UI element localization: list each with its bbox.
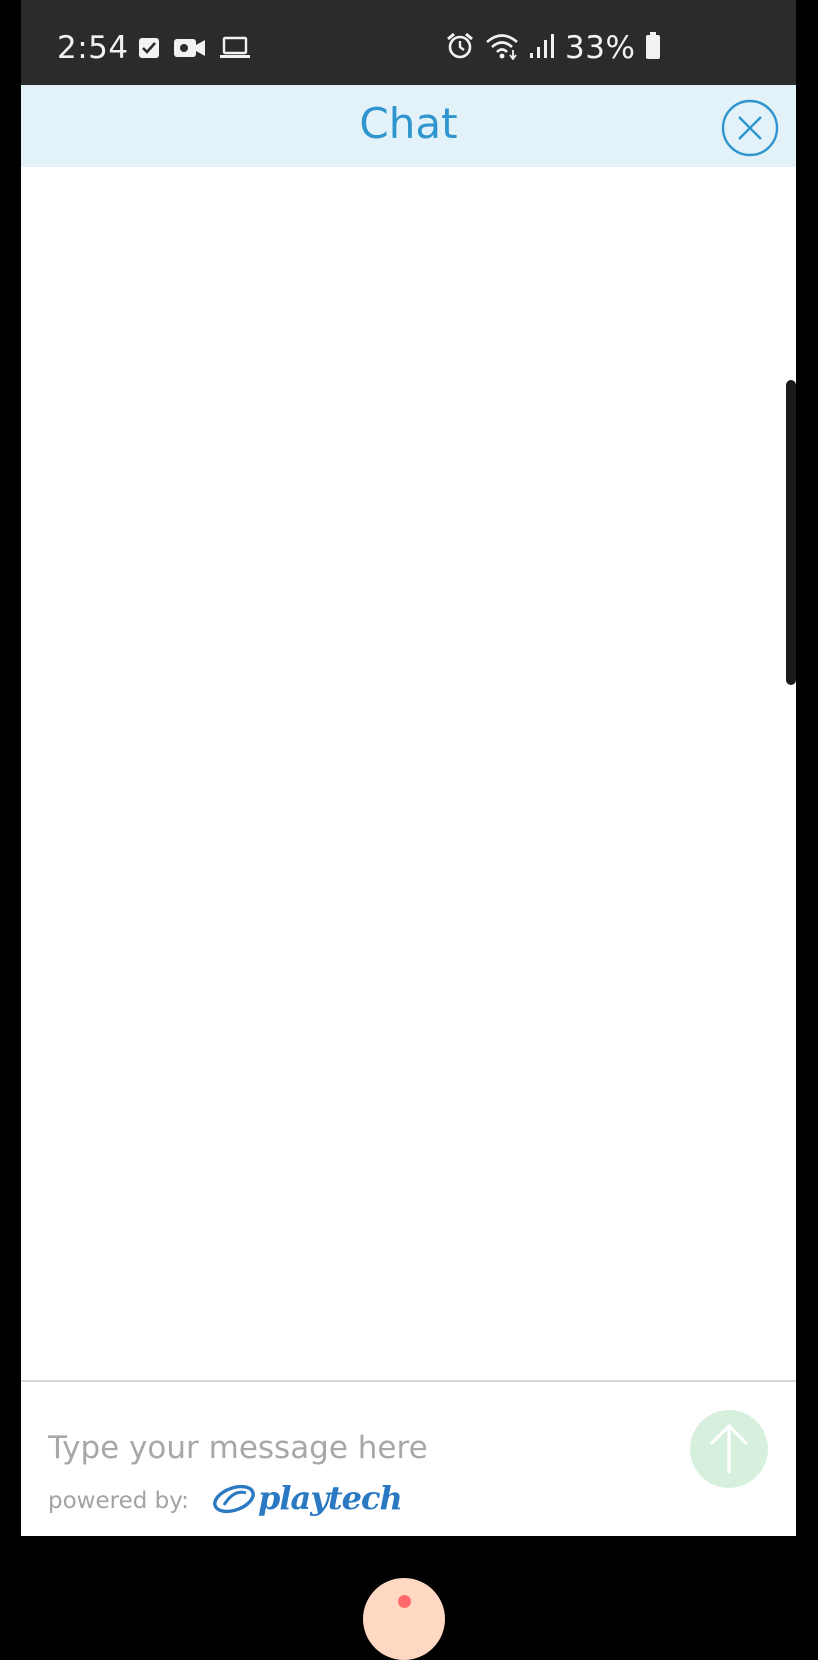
battery-percent: 33%: [565, 30, 636, 66]
playtech-logo: playtech: [212, 1479, 403, 1517]
laptop-icon: [220, 36, 250, 64]
status-time: 2:54: [57, 30, 129, 66]
device-screen: 2:54 33% Chat Type your message here pow…: [0, 0, 818, 1660]
status-icons-right: 33%: [445, 30, 661, 66]
message-list[interactable]: [21, 167, 796, 1380]
composer-divider: [21, 1380, 796, 1382]
battery-icon: [645, 32, 661, 64]
check-notification-icon: [138, 37, 160, 63]
touch-indicator-core: [398, 1595, 411, 1608]
message-input[interactable]: [48, 1423, 668, 1473]
video-camera-icon: [174, 37, 206, 63]
touch-indicator: [363, 1578, 445, 1660]
close-circle-icon: [721, 99, 779, 157]
playtech-wordmark: playtech: [258, 1479, 403, 1517]
chat-panel: Chat powered by: playtech: [21, 85, 796, 1660]
scrollbar[interactable]: [786, 380, 796, 685]
signal-icon: [529, 33, 555, 63]
close-button[interactable]: [721, 99, 779, 157]
status-bar: 2:54 33%: [21, 0, 796, 85]
playtech-swirl-icon: [213, 1484, 255, 1514]
status-icons-left: [138, 36, 250, 64]
chat-title: Chat: [359, 99, 458, 148]
alarm-icon: [445, 31, 475, 65]
powered-by-label: powered by:: [48, 1488, 189, 1514]
chat-header: Chat: [21, 85, 796, 167]
wifi-icon: [485, 32, 519, 64]
arrow-up-icon: [710, 1423, 748, 1474]
send-button[interactable]: [690, 1410, 768, 1488]
